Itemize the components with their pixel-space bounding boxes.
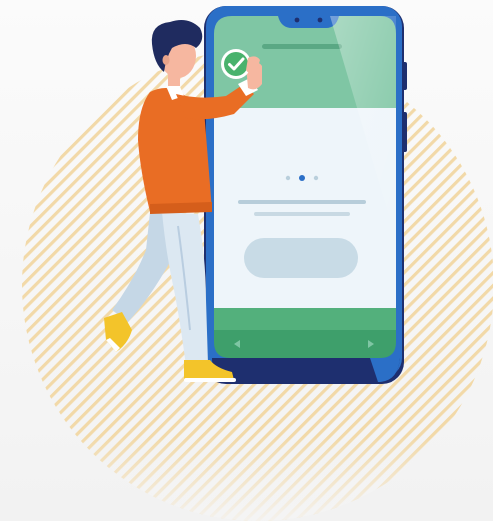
carousel-dot-3[interactable]: [313, 175, 319, 181]
primary-action-button[interactable]: [244, 238, 358, 278]
check-badge: [221, 49, 251, 79]
carousel-dot-1[interactable]: [285, 175, 291, 181]
camera-dot-right: [317, 17, 323, 23]
camera-dot-left: [294, 17, 300, 23]
ear: [162, 55, 170, 65]
check-badge-fill: [224, 52, 248, 76]
illustration-scene: [0, 0, 493, 521]
body-text-line-1: [238, 200, 366, 204]
front-shoe-sole: [184, 378, 236, 382]
bottom-band-light: [214, 308, 396, 330]
body-text-line-2: [254, 212, 350, 216]
header-title-placeholder: [262, 44, 342, 49]
carousel-dot-2-active[interactable]: [299, 175, 305, 181]
shirt-hem: [150, 202, 212, 214]
phone-onboarding-illustration: [22, 6, 493, 521]
